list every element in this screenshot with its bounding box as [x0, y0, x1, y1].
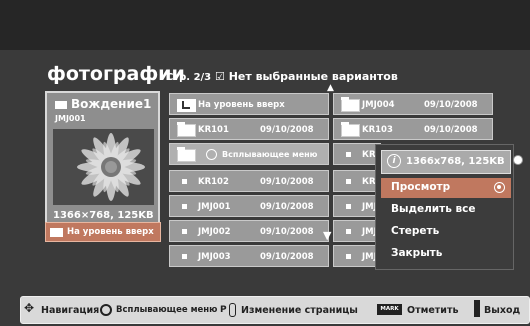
file-marker-icon: [346, 152, 351, 157]
popup-connector-dot: [513, 155, 523, 165]
file-item[interactable]: JMJ001 09/10/2008: [169, 195, 329, 217]
preview-image: [53, 129, 154, 205]
file-marker-icon: [346, 254, 351, 259]
item-name: КR: [362, 177, 376, 187]
item-name: KR101: [198, 125, 229, 135]
item-name: KR102: [198, 177, 229, 187]
checkbox-icon: ☑: [215, 70, 225, 83]
selection-status: Нет выбранные вариантов: [228, 70, 398, 83]
popup-item-select-all[interactable]: Выделить все: [381, 200, 511, 220]
item-name: JMJ001: [198, 202, 231, 212]
up-folder-icon: [50, 227, 63, 237]
popup-item-label: Просмотр: [391, 181, 451, 193]
folder-icon: [341, 97, 360, 112]
file-marker-icon: [182, 204, 187, 209]
page-title: фотографии: [47, 63, 185, 85]
popup-item-label: Закрыть: [391, 247, 443, 259]
file-marker-icon: [346, 229, 351, 234]
preview-size: 1366×768, 125KB: [53, 210, 154, 221]
popup-info-text: 1366x768, 125KB: [406, 156, 505, 167]
file-marker-icon: [346, 204, 351, 209]
item-name: KR103: [362, 125, 393, 135]
popup-item-delete[interactable]: Стереть: [381, 222, 511, 242]
exit-hint: Выход: [484, 305, 521, 316]
popup-info: i 1366x768, 125KB: [381, 150, 511, 174]
navigation-hint: Навигация: [41, 305, 100, 316]
folder-icon: [177, 122, 196, 137]
page-indicator: Стр. 2/3: [166, 72, 212, 83]
photo-browser-screen: фотографии Стр. 2/3 ☑ Нет выбранные вари…: [0, 0, 530, 326]
folder-item[interactable]: KR103 09/10/2008: [333, 118, 493, 140]
file-item[interactable]: JMJ: [333, 195, 381, 217]
ok-button-icon: [100, 304, 112, 316]
up-level-button[interactable]: На уровень вверх: [45, 222, 161, 242]
item-date: 09/10/2008: [260, 125, 314, 135]
file-item[interactable]: JMJ003 09/10/2008: [169, 245, 329, 267]
up-level-item-label: На уровень вверх: [198, 100, 285, 110]
folder-item[interactable]: KR101 09/10/2008: [169, 118, 329, 140]
item-name: КR: [362, 150, 376, 160]
file-marker-icon: [182, 254, 187, 259]
item-name: JMJ004: [362, 100, 395, 110]
item-name: JMJ002: [198, 227, 231, 237]
top-band: [0, 0, 530, 50]
popup-radio-icon: [206, 149, 217, 160]
up-folder-icon: [177, 99, 196, 112]
selected-folder-item[interactable]: Всплывающее меню: [169, 143, 329, 165]
popup-item-label: Выделить все: [391, 203, 476, 215]
file-marker-icon: [182, 179, 187, 184]
up-level-item[interactable]: На уровень вверх: [169, 93, 329, 115]
popup-menu-hint: Всплывающее меню: [116, 305, 218, 315]
scroll-up-icon[interactable]: ▲: [327, 83, 334, 93]
popup-menu: i 1366x768, 125KB Просмотр Выделить все …: [375, 144, 514, 270]
item-name: JMJ003: [198, 252, 231, 262]
file-item[interactable]: JMJ: [333, 245, 381, 267]
preview-panel: Вождение1 JMJ001 1366×768, 125KB: [45, 91, 160, 230]
mark-key-icon: MARK: [377, 304, 402, 315]
page-rocker-icon: [229, 303, 236, 317]
file-item[interactable]: КR: [333, 170, 381, 192]
scroll-down-icon[interactable]: ▼: [323, 229, 331, 242]
flower-image: [53, 129, 154, 205]
file-item[interactable]: КR: [333, 143, 381, 165]
file-item[interactable]: JMJ002 09/10/2008: [169, 220, 329, 242]
item-date: 09/10/2008: [260, 177, 314, 187]
navigation-dpad-icon: ✥: [24, 301, 35, 315]
folder-icon: [55, 100, 67, 109]
item-date: 09/10/2008: [260, 202, 314, 212]
item-date: 09/10/2008: [424, 125, 478, 135]
popup-item-label: Стереть: [391, 225, 440, 237]
page-change-hint: Изменение страницы: [241, 305, 358, 316]
popup-menu-hint: Всплывающее меню: [222, 150, 318, 159]
preview-folder-name: Вождение1: [55, 97, 151, 111]
folder-icon: [341, 122, 360, 137]
mark-hint: Отметить: [407, 305, 459, 316]
preview-folder-label: Вождение1: [71, 97, 152, 111]
file-item[interactable]: KR102 09/10/2008: [169, 170, 329, 192]
popup-item-view[interactable]: Просмотр: [381, 178, 511, 198]
page-key-icon: P: [220, 305, 227, 315]
file-marker-icon: [346, 179, 351, 184]
item-date: 09/10/2008: [260, 252, 314, 262]
file-item[interactable]: JMJ: [333, 220, 381, 242]
folder-item[interactable]: JMJ004 09/10/2008: [333, 93, 493, 115]
page-info: Стр. 2/3 ☑ Нет выбранные вариантов: [166, 70, 398, 83]
item-date: 09/10/2008: [260, 227, 314, 237]
preview-file-name: JMJ001: [55, 114, 86, 123]
file-marker-icon: [182, 229, 187, 234]
info-icon: i: [387, 154, 401, 168]
folder-icon: [177, 147, 196, 162]
exit-icon: [474, 300, 480, 317]
help-bar: ✥ Навигация Всплывающее меню P Изменение…: [20, 296, 530, 324]
item-date: 09/10/2008: [424, 100, 478, 110]
up-level-label: На уровень вверх: [67, 227, 154, 237]
radio-selected-icon: [494, 182, 505, 193]
popup-item-close[interactable]: Закрыть: [381, 244, 511, 264]
